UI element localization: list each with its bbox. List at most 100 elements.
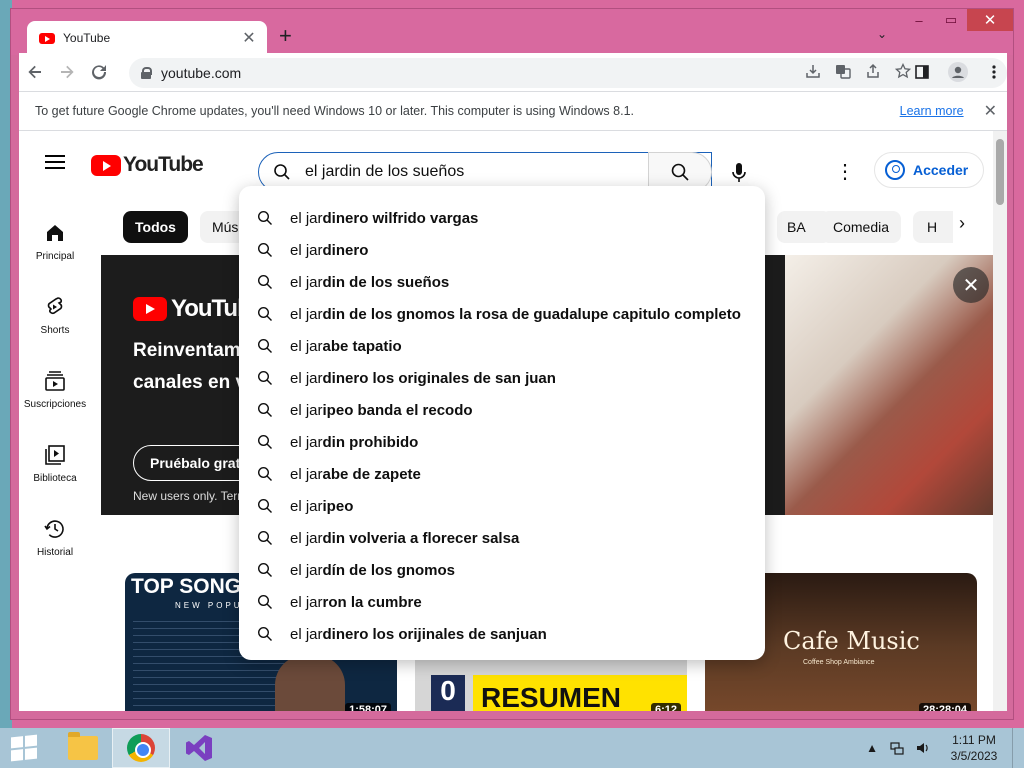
guide-item-shorts[interactable]: Shorts — [19, 283, 91, 357]
scrollbar-thumb[interactable] — [996, 139, 1004, 205]
back-button[interactable] — [19, 56, 51, 88]
infobar-close-button[interactable]: ✕ — [984, 101, 997, 121]
suggestion-item[interactable]: el jardin volveria a florecer salsa — [239, 522, 765, 554]
new-tab-button[interactable]: + — [279, 25, 292, 47]
search-icon — [257, 530, 272, 545]
guide-item-historial[interactable]: Historial — [19, 505, 91, 579]
chip-todos[interactable]: Todos — [123, 211, 188, 243]
suggestion-item[interactable]: el jardinero wilfrido vargas — [239, 202, 765, 234]
sign-in-button[interactable]: Acceder — [874, 152, 984, 188]
visual-studio-taskbar-button[interactable] — [170, 728, 228, 768]
sign-in-label: Acceder — [913, 162, 969, 178]
address-bar[interactable]: youtube.com — [129, 58, 1007, 88]
guide-item-principal[interactable]: Principal — [19, 209, 91, 283]
suggestion-item[interactable]: el jarron la cumbre — [239, 586, 765, 618]
suggestion-prefix: el jar — [290, 593, 323, 611]
tab-search-button[interactable]: ⌄ — [877, 27, 887, 41]
side-panel-icon — [915, 65, 929, 79]
search-icon — [257, 626, 272, 641]
page-scrollbar[interactable] — [993, 131, 1007, 711]
close-window-button[interactable]: ✕ — [967, 9, 1013, 31]
chip-comedia[interactable]: Comedia — [821, 211, 902, 243]
guide-label: Suscripciones — [23, 399, 87, 410]
suggestion-text: el jarabe tapatio — [290, 338, 402, 355]
suggestion-item[interactable]: el jarabe de zapete — [239, 458, 765, 490]
suggestion-item[interactable]: el jardinero los orijinales de sanjuan — [239, 618, 765, 650]
guide-label: Biblioteca — [33, 473, 77, 484]
network-icon[interactable] — [890, 741, 904, 755]
suggestion-prefix: el jar — [290, 369, 323, 387]
install-icon[interactable] — [805, 63, 821, 79]
start-button[interactable] — [0, 728, 48, 768]
settings-menu-button[interactable]: ⋮ — [835, 159, 855, 184]
guide-sidebar: Principal Shorts Suscripciones Bibliotec… — [19, 209, 91, 579]
search-suggestions: el jardinero wilfrido vargas el jardinero… — [239, 186, 765, 660]
chrome-taskbar-button[interactable] — [112, 728, 170, 768]
file-explorer-button[interactable] — [54, 728, 112, 768]
suggestion-text: el jardín de los gnomos — [290, 562, 455, 579]
guide-item-biblioteca[interactable]: Biblioteca — [19, 431, 91, 505]
search-icon — [257, 210, 272, 225]
suggestion-completion: din prohibido — [322, 433, 419, 451]
chip-partial-h[interactable]: H — [913, 211, 953, 243]
suggestion-item[interactable]: el jarabe tapatio — [239, 330, 765, 362]
volume-icon[interactable] — [916, 741, 930, 755]
microphone-icon — [732, 163, 746, 182]
minimize-button[interactable]: – — [903, 9, 935, 31]
banner-dismiss-button[interactable]: ✕ — [953, 267, 989, 303]
home-icon — [47, 225, 63, 241]
suggestion-prefix: el jar — [290, 401, 323, 419]
learn-more-link[interactable]: Learn more — [900, 104, 964, 118]
window-controls: – ▭ ✕ — [903, 9, 1013, 31]
tab-strip: YouTube ✕ + ⌄ – ▭ ✕ — [11, 9, 1013, 55]
suggestion-item[interactable]: el jardin de los sueños — [239, 266, 765, 298]
lock-icon[interactable] — [141, 67, 152, 79]
tray-overflow-button[interactable]: ▲ — [866, 741, 878, 755]
chips-next-button[interactable]: › — [959, 213, 965, 234]
suggestion-item[interactable]: el jardin de los gnomos la rosa de guada… — [239, 298, 765, 330]
thumbnail-score: 0 — [431, 675, 465, 711]
suggestion-completion: din volveria a florecer salsa — [322, 529, 520, 547]
youtube-logo[interactable]: YouTube — [91, 153, 204, 177]
suggestion-item[interactable]: el jaripeo banda el recodo — [239, 394, 765, 426]
browser-toolbar: youtube.com — [19, 53, 1007, 91]
folder-icon — [68, 732, 98, 760]
chrome-menu-button[interactable] — [981, 58, 1007, 86]
voice-search-button[interactable] — [725, 159, 753, 187]
suggestion-completion: din de los sueños — [322, 273, 450, 291]
show-desktop-button[interactable] — [1012, 728, 1024, 768]
suggestion-completion: dinero — [322, 241, 369, 259]
side-panel-button[interactable] — [909, 58, 935, 86]
suggestion-text: el jardinero los originales de san juan — [290, 370, 556, 387]
suggestion-item[interactable]: el jardín de los gnomos — [239, 554, 765, 586]
suggestion-text: el jardin de los sueños — [290, 274, 449, 291]
banner-fine-print: New users only. Terms — [133, 489, 254, 503]
suggestion-item[interactable]: el jaripeo — [239, 490, 765, 522]
suggestion-completion: ipeo banda el recodo — [322, 401, 473, 419]
guide-item-suscripciones[interactable]: Suscripciones — [19, 357, 91, 431]
share-icon[interactable] — [865, 63, 881, 79]
search-icon — [257, 306, 272, 321]
maximize-button[interactable]: ▭ — [935, 9, 967, 31]
tab-close-button[interactable]: ✕ — [241, 28, 257, 48]
translate-icon[interactable] — [835, 63, 851, 79]
search-icon — [257, 562, 272, 577]
suggestion-completion: ipeo — [322, 497, 354, 515]
suggestion-item[interactable]: el jardinero los originales de san juan — [239, 362, 765, 394]
search-query: el jardin de los sueños — [305, 163, 465, 180]
youtube-favicon-icon — [39, 32, 55, 44]
suggestion-completion: abe tapatio — [322, 337, 402, 355]
profile-button[interactable] — [945, 58, 971, 86]
tab-youtube[interactable]: YouTube ✕ — [27, 21, 267, 55]
video-duration: 1:58:07 — [345, 703, 391, 711]
reload-button[interactable] — [83, 56, 115, 88]
suggestion-text: el jaripeo — [290, 498, 353, 515]
taskbar-clock[interactable]: 1:11 PM 3/5/2023 — [936, 732, 1012, 764]
forward-button[interactable] — [51, 56, 83, 88]
suggestion-item[interactable]: el jardin prohibido — [239, 426, 765, 458]
search-icon — [257, 434, 272, 449]
suggestion-text: el jardin de los gnomos la rosa de guada… — [290, 306, 741, 323]
suggestion-text: el jardin prohibido — [290, 434, 418, 451]
suggestion-item[interactable]: el jardinero — [239, 234, 765, 266]
guide-menu-button[interactable] — [45, 155, 65, 169]
